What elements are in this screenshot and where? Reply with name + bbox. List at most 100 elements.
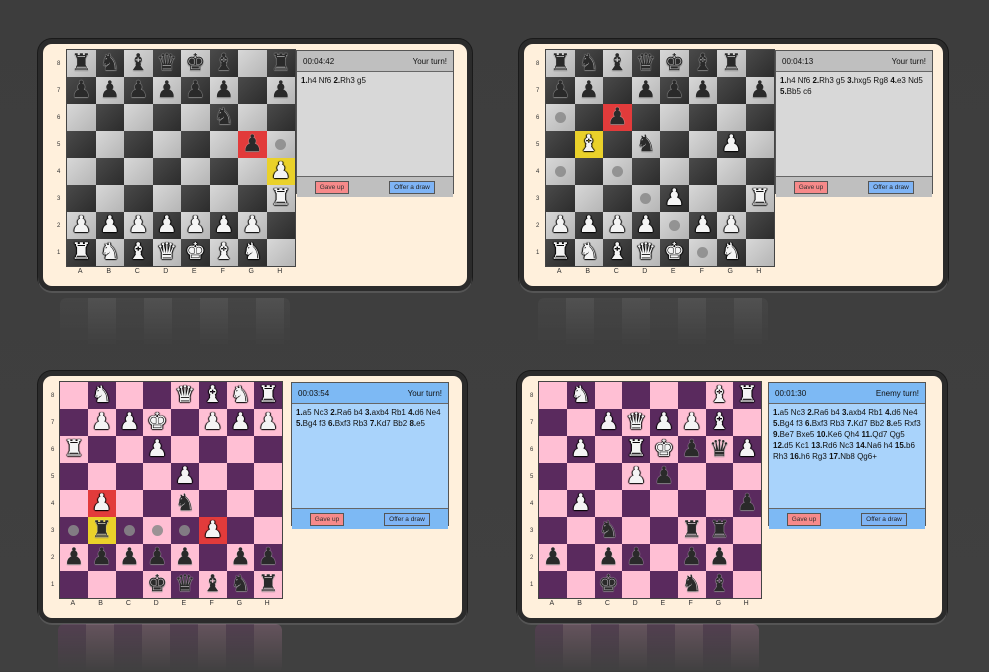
square-d4[interactable]: [631, 158, 660, 185]
white-rook-icon[interactable]: ♜: [71, 241, 92, 264]
square-d3[interactable]: [152, 185, 181, 212]
white-knight-icon[interactable]: ♞: [230, 384, 251, 407]
square-h7[interactable]: ♟: [254, 409, 282, 436]
square-a5[interactable]: [539, 463, 567, 490]
chess-board[interactable]: ♞ ♛ ♝ ♞ ♜ ♟ ♟ ♚ ♟ ♟ ♟ ♜ ♟ ♟ ♟ ♞ ♜ ♟ ♟ ♟ ♟ ♟ ♟ ♟ ♟ ♚ ♛ ♝ ♞ ♜: [59, 381, 283, 599]
square-f4[interactable]: [677, 490, 706, 517]
chess-board[interactable]: ♜ ♞ ♝ ♛ ♚ ♝ ♜ ♟ ♟ ♟ ♟ ♟ ♟ ♟ ♝ ♞ ♟ ♟ ♜ ♟ ♟ ♟ ♟ ♟ ♟ ♜ ♞ ♝ ♛ ♚ ♞: [545, 49, 775, 267]
square-b3[interactable]: ♜: [87, 517, 116, 544]
square-f8[interactable]: ♝: [688, 50, 717, 77]
black-pawn-icon[interactable]: ♟: [543, 546, 564, 569]
move-hint-dot[interactable]: [554, 112, 566, 123]
square-e4[interactable]: [660, 158, 689, 185]
square-g1[interactable]: ♞: [226, 571, 255, 598]
square-b7[interactable]: [566, 409, 595, 436]
square-h8[interactable]: ♜: [266, 50, 295, 77]
square-c1[interactable]: ♝: [603, 239, 632, 266]
white-king-icon[interactable]: ♚: [654, 438, 675, 461]
square-d1[interactable]: ♛: [631, 239, 660, 266]
square-b4[interactable]: ♟: [87, 490, 116, 517]
square-b8[interactable]: ♞: [566, 382, 595, 409]
square-f6[interactable]: [198, 436, 227, 463]
square-d8[interactable]: ♛: [631, 50, 660, 77]
square-a5[interactable]: [546, 131, 575, 158]
square-f4[interactable]: [688, 158, 717, 185]
square-h3[interactable]: [254, 517, 282, 544]
square-g7[interactable]: ♝: [705, 409, 734, 436]
square-g2[interactable]: ♟: [226, 544, 255, 571]
square-f2[interactable]: ♟: [209, 212, 238, 239]
square-h7[interactable]: ♟: [745, 77, 774, 104]
square-b5[interactable]: [87, 463, 116, 490]
square-a7[interactable]: [539, 409, 567, 436]
square-e3[interactable]: [181, 185, 210, 212]
square-d7[interactable]: ♟: [631, 77, 660, 104]
square-h2[interactable]: [733, 544, 761, 571]
black-pawn-icon[interactable]: ♟: [119, 546, 140, 569]
square-a2[interactable]: ♟: [60, 544, 88, 571]
white-king-icon[interactable]: ♚: [664, 241, 685, 264]
square-g2[interactable]: ♟: [717, 212, 746, 239]
square-h3[interactable]: ♜: [266, 185, 295, 212]
square-c2[interactable]: ♟: [603, 212, 632, 239]
black-pawn-icon[interactable]: ♟: [737, 492, 758, 515]
square-e2[interactable]: [660, 212, 689, 239]
square-a4[interactable]: [60, 490, 88, 517]
square-g6[interactable]: [717, 104, 746, 131]
black-pawn-icon[interactable]: ♟: [71, 79, 92, 102]
white-pawn-icon[interactable]: ♟: [654, 411, 675, 434]
square-e3[interactable]: [650, 517, 678, 544]
square-h8[interactable]: ♜: [733, 382, 761, 409]
square-e1[interactable]: ♛: [171, 571, 199, 598]
square-g5[interactable]: [226, 463, 255, 490]
white-pawn-icon[interactable]: ♟: [91, 411, 112, 434]
black-bishop-icon[interactable]: ♝: [202, 573, 223, 596]
square-g3[interactable]: [717, 185, 746, 212]
square-c7[interactable]: ♟: [594, 409, 623, 436]
square-d4[interactable]: [622, 490, 650, 517]
white-pawn-icon[interactable]: ♟: [230, 411, 251, 434]
white-pawn-icon[interactable]: ♟: [570, 438, 591, 461]
black-knight-icon[interactable]: ♞: [230, 573, 251, 596]
square-b6[interactable]: ♟: [566, 436, 595, 463]
square-a8[interactable]: [539, 382, 567, 409]
black-pawn-icon[interactable]: ♟: [607, 106, 628, 129]
square-c3[interactable]: [115, 517, 144, 544]
square-h1[interactable]: [745, 239, 774, 266]
square-a7[interactable]: ♟: [67, 77, 96, 104]
square-g5[interactable]: ♟: [717, 131, 746, 158]
square-g7[interactable]: ♟: [226, 409, 255, 436]
square-b5[interactable]: ♝: [574, 131, 603, 158]
square-a2[interactable]: ♟: [546, 212, 575, 239]
black-knight-icon[interactable]: ♞: [175, 492, 196, 515]
square-g4[interactable]: [705, 490, 734, 517]
square-f6[interactable]: [688, 104, 717, 131]
square-b6[interactable]: [95, 104, 124, 131]
square-c6[interactable]: [115, 436, 144, 463]
white-rook-icon[interactable]: ♜: [626, 438, 647, 461]
square-h3[interactable]: [733, 517, 761, 544]
square-c6[interactable]: ♟: [603, 104, 632, 131]
white-pawn-icon[interactable]: ♟: [664, 187, 685, 210]
square-e6[interactable]: [660, 104, 689, 131]
square-b7[interactable]: ♟: [87, 409, 116, 436]
square-a5[interactable]: [60, 463, 88, 490]
black-knight-icon[interactable]: ♞: [598, 519, 619, 542]
square-c4[interactable]: [603, 158, 632, 185]
white-knight-icon[interactable]: ♞: [570, 384, 591, 407]
square-c8[interactable]: ♝: [603, 50, 632, 77]
square-h2[interactable]: ♟: [254, 544, 282, 571]
move-hint-dot[interactable]: [151, 525, 163, 536]
white-rook-icon[interactable]: ♜: [270, 187, 291, 210]
square-h5[interactable]: [733, 463, 761, 490]
square-a8[interactable]: ♜: [546, 50, 575, 77]
square-g7[interactable]: [717, 77, 746, 104]
square-f8[interactable]: ♝: [198, 382, 227, 409]
square-g5[interactable]: ♟: [238, 131, 267, 158]
white-rook-icon[interactable]: ♜: [64, 438, 85, 461]
square-b2[interactable]: ♟: [574, 212, 603, 239]
square-f2[interactable]: [198, 544, 227, 571]
square-c6[interactable]: [594, 436, 623, 463]
square-d1[interactable]: ♛: [152, 239, 181, 266]
square-h1[interactable]: ♜: [254, 571, 282, 598]
